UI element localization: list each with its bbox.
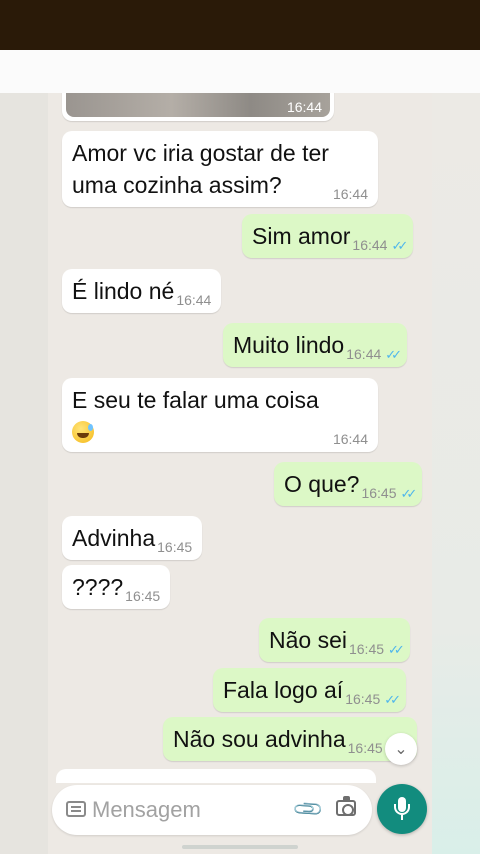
message-input-placeholder[interactable]: Mensagem: [92, 797, 201, 823]
message-text: Não sei: [269, 627, 347, 653]
read-ticks-icon: ✓✓: [384, 692, 401, 707]
outgoing-message[interactable]: Não sei 16:45 ✓✓: [259, 618, 410, 662]
outgoing-message[interactable]: Muito lindo 16:44 ✓✓: [223, 323, 408, 367]
double-chevron-down-icon: ⌄: [394, 741, 408, 758]
mic-icon: [394, 797, 410, 820]
read-ticks-icon: ✓✓: [388, 642, 405, 657]
message-time: 16:44 ✓✓: [352, 237, 408, 253]
read-ticks-icon: ✓✓: [391, 238, 408, 253]
app-header: [0, 50, 480, 93]
message-text: E seu te falar uma coisa: [72, 387, 319, 413]
incoming-message[interactable]: E seu te falar uma coisa 16:44: [62, 378, 378, 452]
message-time: 16:44: [332, 431, 368, 447]
read-ticks-icon: ✓✓: [400, 486, 418, 501]
message-text: É lindo né: [72, 278, 175, 304]
message-time: 16:45 ✓✓: [345, 691, 401, 707]
camera-icon[interactable]: [336, 796, 356, 816]
message-composer[interactable]: Mensagem 📎: [52, 785, 372, 835]
message-time: 16:44: [286, 99, 322, 115]
message-time: 16:45: [157, 539, 193, 555]
image-message[interactable]: 16:44: [62, 93, 334, 121]
message-time: 16:45 ✓✓: [361, 485, 418, 501]
outgoing-message[interactable]: Sim amor 16:44 ✓✓: [242, 214, 414, 258]
message-time: 16:45: [347, 740, 383, 756]
message-time: 16:45 ✓✓: [348, 641, 405, 657]
message-text: Sim amor: [252, 223, 351, 249]
incoming-message[interactable]: ???? 16:45: [62, 565, 171, 609]
grinning-sweat-emoji-icon: [72, 421, 94, 443]
incoming-message[interactable]: Amor vc iria gostar de ter uma cozinha a…: [62, 131, 378, 207]
home-indicator[interactable]: [182, 845, 298, 849]
message-text: ????: [72, 574, 124, 600]
message-text: Amor vc iria gostar de ter uma cozinha a…: [72, 140, 329, 198]
left-margin: [0, 93, 48, 854]
chat-area[interactable]: 16:44 Amor vc iria gostar de ter uma coz…: [48, 93, 432, 854]
read-ticks-icon: ✓✓: [385, 347, 402, 362]
right-margin: [432, 93, 480, 854]
keyboard-icon[interactable]: [66, 801, 86, 817]
partial-message: [56, 769, 376, 783]
incoming-message[interactable]: É lindo né 16:44: [62, 269, 222, 313]
message-time: 16:44: [176, 292, 212, 308]
message-text: Não sou advinha: [173, 726, 346, 752]
message-text: O que?: [284, 471, 360, 497]
message-time: 16:45: [125, 588, 161, 604]
scroll-to-bottom-button[interactable]: ⌄: [385, 733, 417, 765]
message-time: 16:44: [332, 186, 368, 202]
voice-message-button[interactable]: [377, 784, 427, 834]
message-text: Advinha: [72, 525, 156, 551]
message-time: 16:44 ✓✓: [346, 346, 402, 362]
outgoing-message[interactable]: Não sou advinha 16:45: [163, 717, 417, 761]
message-text: Muito lindo: [233, 332, 345, 358]
outgoing-message[interactable]: Fala logo aí 16:45 ✓✓: [213, 668, 407, 712]
incoming-message[interactable]: Advinha 16:45: [62, 516, 203, 560]
message-text: Fala logo aí: [223, 677, 344, 703]
attach-icon[interactable]: 📎: [291, 792, 326, 827]
outgoing-message[interactable]: O que? 16:45 ✓✓: [274, 462, 423, 506]
status-bar: [0, 0, 480, 50]
